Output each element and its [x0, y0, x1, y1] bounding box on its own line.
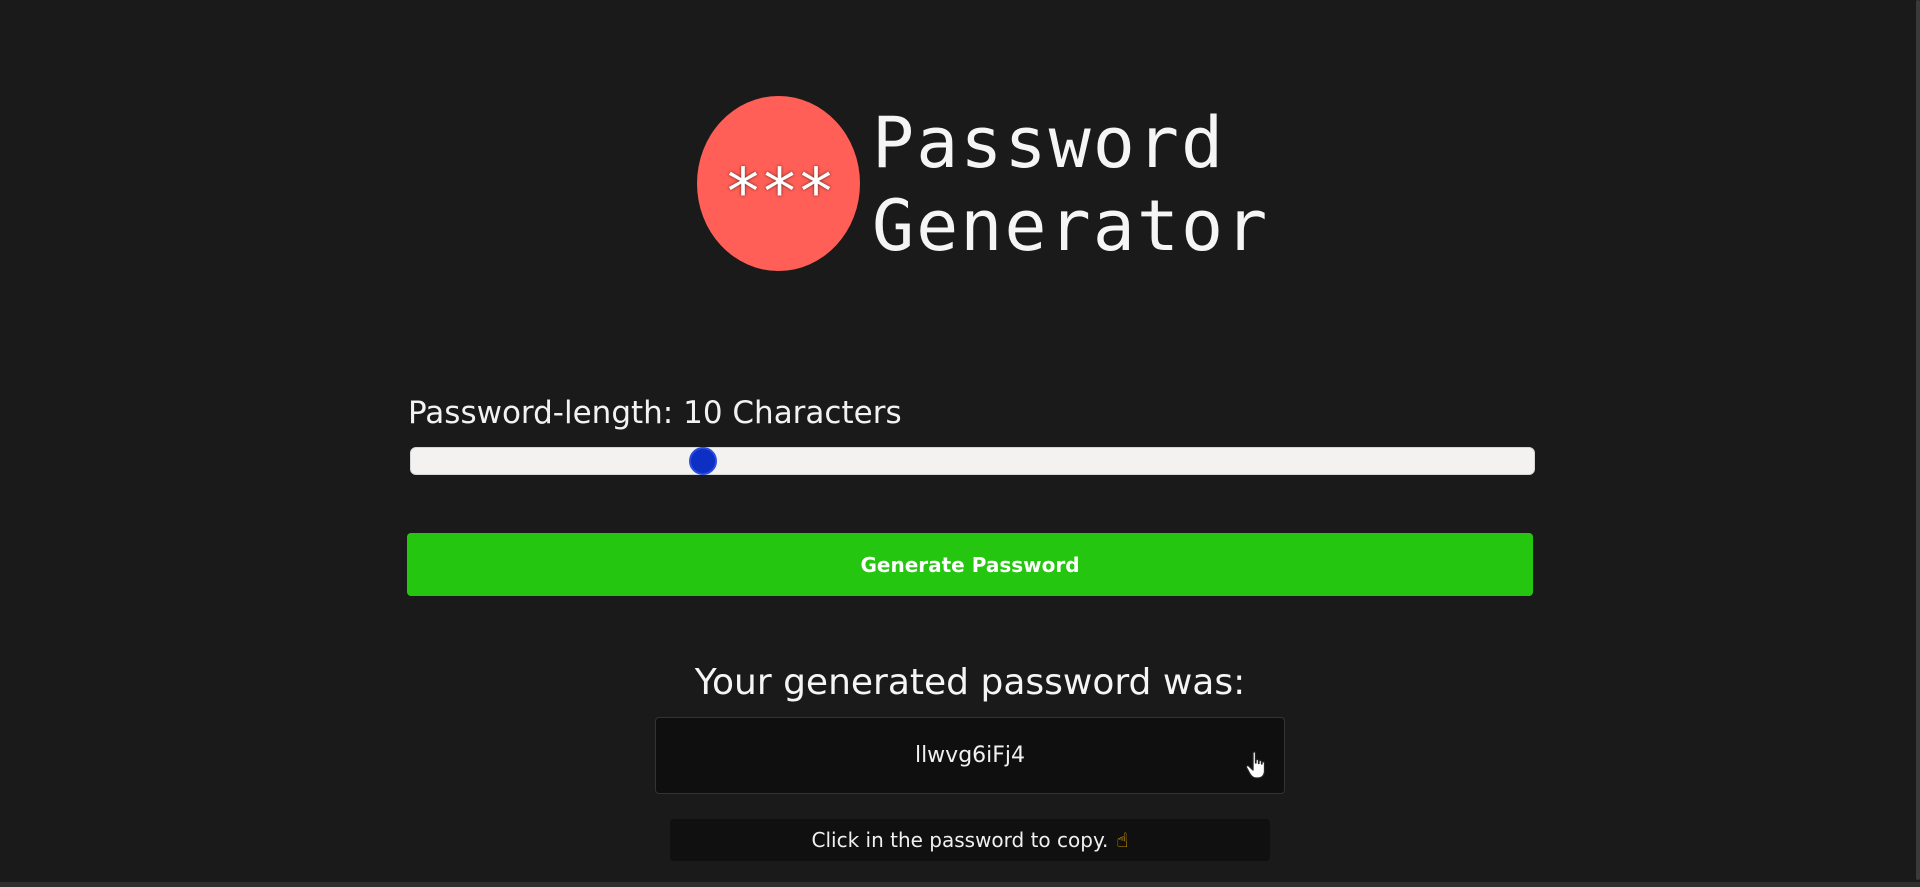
- bottom-edge: [0, 882, 1920, 887]
- logo-circle: ***: [697, 96, 860, 271]
- app-logo: *** Password Generator: [697, 96, 1269, 271]
- generated-password-field[interactable]: llwvg6iFj4: [655, 717, 1285, 794]
- result-heading: Your generated password was:: [694, 662, 1246, 703]
- vertical-scrollbar[interactable]: [1914, 0, 1920, 887]
- copy-hint: Click in the password to copy. ☝: [670, 819, 1270, 861]
- title-line-2: Generator: [872, 185, 1270, 267]
- hand-pointer-icon: [1245, 751, 1266, 779]
- logo-asterisks: ***: [723, 155, 836, 230]
- pointing-up-icon: ☝: [1116, 828, 1129, 852]
- slider-thumb[interactable]: [688, 447, 717, 475]
- generate-password-button[interactable]: Generate Password: [407, 533, 1533, 596]
- copy-hint-text: Click in the password to copy.: [811, 828, 1109, 852]
- page: *** Password Generator Password-length: …: [0, 0, 1920, 887]
- scrollbar-thumb[interactable]: [1916, 0, 1920, 880]
- title-line-1: Password: [872, 102, 1226, 184]
- generated-password-value: llwvg6iFj4: [914, 743, 1026, 768]
- password-length-slider[interactable]: [410, 447, 1535, 475]
- password-length-label: Password-length: 10 Characters: [408, 395, 902, 431]
- page-title: Password Generator: [872, 102, 1269, 268]
